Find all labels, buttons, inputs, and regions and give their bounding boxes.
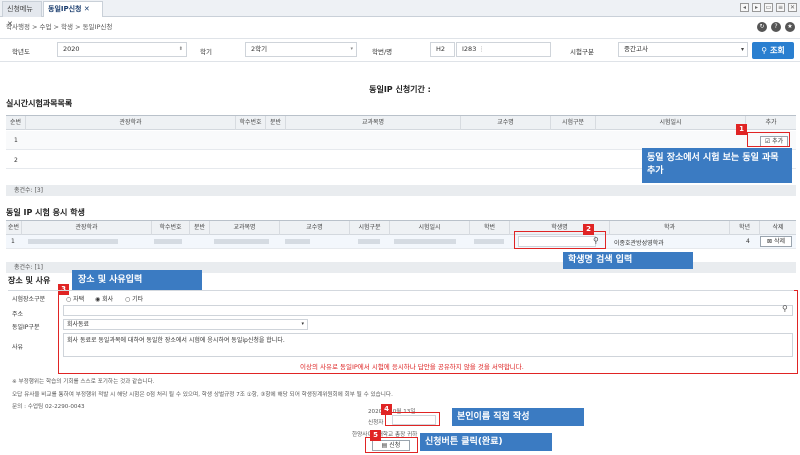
callout-2: 학생명 검색 입력 (563, 252, 693, 269)
section1-header: 순번 관장학과 학수번호 분반 교과목명 교수명 시험구분 시험일시 추가 (6, 115, 796, 130)
note-2: 오답 유사율 비교를 통하여 부정행위 적발 시 해당 시험은 0점 처리 될 … (12, 392, 393, 398)
pledge-text: 이상의 사유로 동일IP에서 시험에 응시하나 답안을 공유하지 않을 것을 서… (300, 363, 524, 371)
list-icon[interactable]: ≡ (776, 3, 785, 12)
radio-home[interactable]: ○ 자택 (66, 294, 84, 303)
year-input[interactable]: 2020 ⬍ (57, 42, 187, 57)
reload-icon[interactable]: ↻ (757, 22, 767, 32)
tab-same-ip[interactable]: 동일IP신청 ✕ (43, 1, 103, 17)
step-1-badge: 1 (736, 124, 747, 135)
delete-button[interactable]: ⊠ 삭제 (760, 236, 792, 247)
section3-title: 장소 및 사유 (8, 276, 51, 285)
applicant-label: 신청자 (368, 420, 384, 426)
reason-textarea[interactable]: 회사 동료로 동일과목에 대하여 동일한 장소에서 시험에 응시하여 동일ip신… (63, 333, 793, 357)
term-label: 학기 (200, 48, 212, 56)
breadcrumb: 학사행정 > 수업 > 학생 > 동일IP신청 (6, 23, 113, 31)
col-dept: 관장학과 (26, 116, 236, 130)
relation-select[interactable]: 회사동료 ▾ (63, 319, 308, 330)
col-exam-date: 시험일시 (596, 116, 746, 130)
redacted-course-no (154, 239, 182, 244)
col-exam-type: 시험구분 (350, 221, 390, 235)
highlight-name (385, 412, 440, 426)
redacted-dept (28, 239, 118, 244)
section2-header: 순번 관장학과 학수번호 분반 교과목명 교수명 시험구분 시험일시 학번 학생… (6, 220, 796, 235)
section2-title: 동일 IP 시험 응시 학생 (6, 208, 85, 217)
col-add: 추가 (765, 119, 777, 126)
tab-menu[interactable]: 신청메뉴 ✕ (2, 1, 42, 28)
window-icon[interactable]: ▭ (764, 3, 773, 12)
relation-label: 동일IP구분 (12, 324, 40, 331)
note-1: ※ 부정행위는 학습의 기회를 스스로 포기하는 것과 같습니다. (12, 379, 155, 385)
row-grade: 4 (746, 238, 750, 245)
col-delete: 삭제 (772, 224, 784, 231)
year-label: 학년도 (12, 48, 30, 56)
redacted-professor (285, 239, 310, 244)
callout-4: 본인이름 직접 작성 (452, 408, 584, 426)
col-student-id: 학번 (470, 221, 510, 235)
radio-company[interactable]: ◉ 회사 (95, 294, 113, 303)
address-label: 주소 (12, 311, 24, 318)
step-5-badge: 5 (370, 430, 381, 441)
search-button[interactable]: ⚲ 조회 (752, 42, 794, 59)
reason-label: 사유 (12, 344, 24, 351)
step-2-badge: 2 (583, 224, 594, 235)
period-title: 동일IP 신청기간 : (369, 85, 431, 94)
redacted-exam-type (358, 239, 380, 244)
callout-5: 신청버튼 클릭(완료) (420, 433, 552, 451)
col-course-no: 학수번호 (152, 221, 190, 235)
callout-1: 동일 장소에서 시험 보는 동일 과목 추가 (642, 148, 792, 183)
row-major: 이종호관방성영학과 (614, 240, 664, 247)
row-no: 1 (14, 137, 18, 144)
section1-title: 실시간시험과목목록 (6, 99, 73, 108)
next-icon[interactable]: ▸ (752, 3, 761, 12)
col-class: 분반 (190, 221, 210, 235)
row-no: 2 (14, 157, 18, 164)
redacted-course-name (214, 239, 269, 244)
exam-type-label: 시험구분 (570, 48, 594, 56)
col-professor: 교수명 (461, 116, 551, 130)
term-select[interactable]: 2학기 ▾ (245, 42, 357, 57)
col-professor: 교수명 (280, 221, 350, 235)
tab-bar (0, 0, 800, 17)
search-icon[interactable]: ⚲ (782, 304, 788, 313)
col-major: 학과 (610, 221, 730, 235)
place-type-label: 시험장소구분 (12, 296, 46, 303)
delete-icon: ⊠ (767, 238, 773, 245)
col-no: 순번 (6, 221, 22, 235)
callout-3: 장소 및 사유입력 (72, 270, 202, 290)
star-icon[interactable]: ★ (785, 22, 795, 32)
col-no: 순번 (6, 116, 26, 130)
redacted-exam-date (394, 239, 456, 244)
close-all-icon[interactable]: ✕ (788, 3, 797, 12)
redacted-student-id (474, 239, 504, 244)
exam-type-select[interactable]: 중간고사 ▾ (618, 42, 748, 57)
student-label: 학번/명 (372, 48, 393, 56)
col-dept: 관장학과 (22, 221, 152, 235)
address-input[interactable] (63, 305, 793, 316)
section1-total: 총건수: [3] (6, 185, 796, 196)
highlight-add (747, 132, 790, 147)
step-4-badge: 4 (381, 404, 392, 415)
student-id-input[interactable]: H2 (430, 42, 455, 57)
note-3: 문의 : 수업팀 02-2290-0043 (12, 404, 85, 410)
col-grade: 학년 (730, 221, 760, 235)
col-course-name: 교과목명 (286, 116, 461, 130)
col-exam-type: 시험구분 (551, 116, 596, 130)
col-exam-date: 시험일시 (390, 221, 470, 235)
student-name-input[interactable]: I283 ⋮ (456, 42, 551, 57)
col-class: 분반 (266, 116, 286, 130)
col-course-name: 교과목명 (210, 221, 280, 235)
prev-icon[interactable]: ◂ (740, 3, 749, 12)
radio-other[interactable]: ○ 기타 (125, 294, 143, 303)
col-course-no: 학수번호 (236, 116, 266, 130)
search-icon: ⚲ (761, 46, 768, 55)
row-no: 1 (11, 238, 15, 245)
help-icon[interactable]: ? (771, 22, 781, 32)
